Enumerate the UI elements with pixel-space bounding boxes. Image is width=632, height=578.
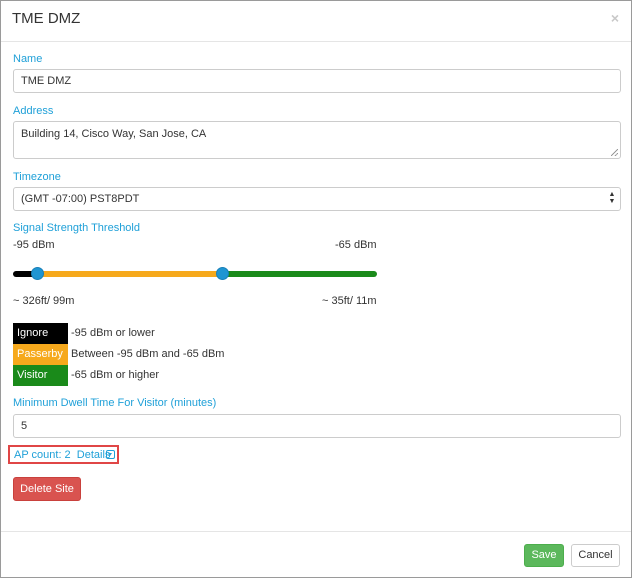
legend-desc-ignore: -95 dBm or lower: [71, 327, 155, 339]
site-edit-modal: TME DMZ × Name TME DMZ Address Building …: [0, 0, 632, 578]
ap-count-highlight: AP count: 2 Details: [8, 445, 119, 464]
address-textarea[interactable]: Building 14, Cisco Way, San Jose, CA: [13, 121, 621, 159]
select-arrows-icon: ▲ ▼: [608, 191, 616, 205]
signal-min-distance: ~ 326ft/ 99m: [13, 295, 75, 307]
address-label: Address: [13, 105, 54, 117]
legend-swatch-ignore: Ignore: [13, 323, 68, 344]
footer-divider: [1, 531, 631, 532]
slider-track-passerby: [37, 271, 223, 277]
signal-max-distance: ~ 35ft/ 11m: [322, 295, 377, 307]
legend-swatch-visitor: Visitor: [13, 365, 68, 386]
slider-handle-high[interactable]: [215, 267, 229, 280]
details-dropdown-icon[interactable]: [106, 450, 115, 459]
modal-title: TME DMZ: [12, 10, 81, 27]
legend-desc-visitor: -65 dBm or higher: [71, 369, 160, 381]
name-label: Name: [13, 53, 43, 65]
cancel-button[interactable]: Cancel: [571, 544, 620, 567]
name-input[interactable]: TME DMZ: [13, 69, 621, 93]
close-icon[interactable]: ×: [611, 10, 619, 26]
signal-min-dbm: -95 dBm: [13, 239, 55, 251]
dwell-time-label: Minimum Dwell Time For Visitor (minutes): [13, 397, 217, 409]
ap-count-text: AP count: 2 Details: [14, 449, 110, 461]
address-value: Building 14, Cisco Way, San Jose, CA: [21, 128, 207, 140]
modal-header: TME DMZ ×: [1, 1, 631, 42]
dwell-time-input[interactable]: 5: [13, 414, 621, 438]
timezone-select[interactable]: (GMT -07:00) PST8PDT ▲ ▼: [13, 187, 621, 211]
signal-strength-label: Signal Strength Threshold: [13, 222, 140, 234]
slider-handle-low[interactable]: [30, 267, 44, 280]
ap-count-value: AP count: 2: [14, 449, 71, 461]
save-button[interactable]: Save: [524, 544, 564, 567]
legend-swatch-passerby: Passerby: [13, 344, 68, 365]
timezone-value: (GMT -07:00) PST8PDT: [21, 193, 140, 205]
slider-track-visitor: [222, 271, 377, 277]
timezone-label: Timezone: [13, 171, 61, 183]
resize-grip-icon[interactable]: [611, 149, 618, 156]
legend-desc-passerby: Between -95 dBm and -65 dBm: [71, 348, 225, 360]
delete-site-button[interactable]: Delete Site: [13, 477, 81, 501]
signal-max-dbm: -65 dBm: [335, 239, 377, 251]
